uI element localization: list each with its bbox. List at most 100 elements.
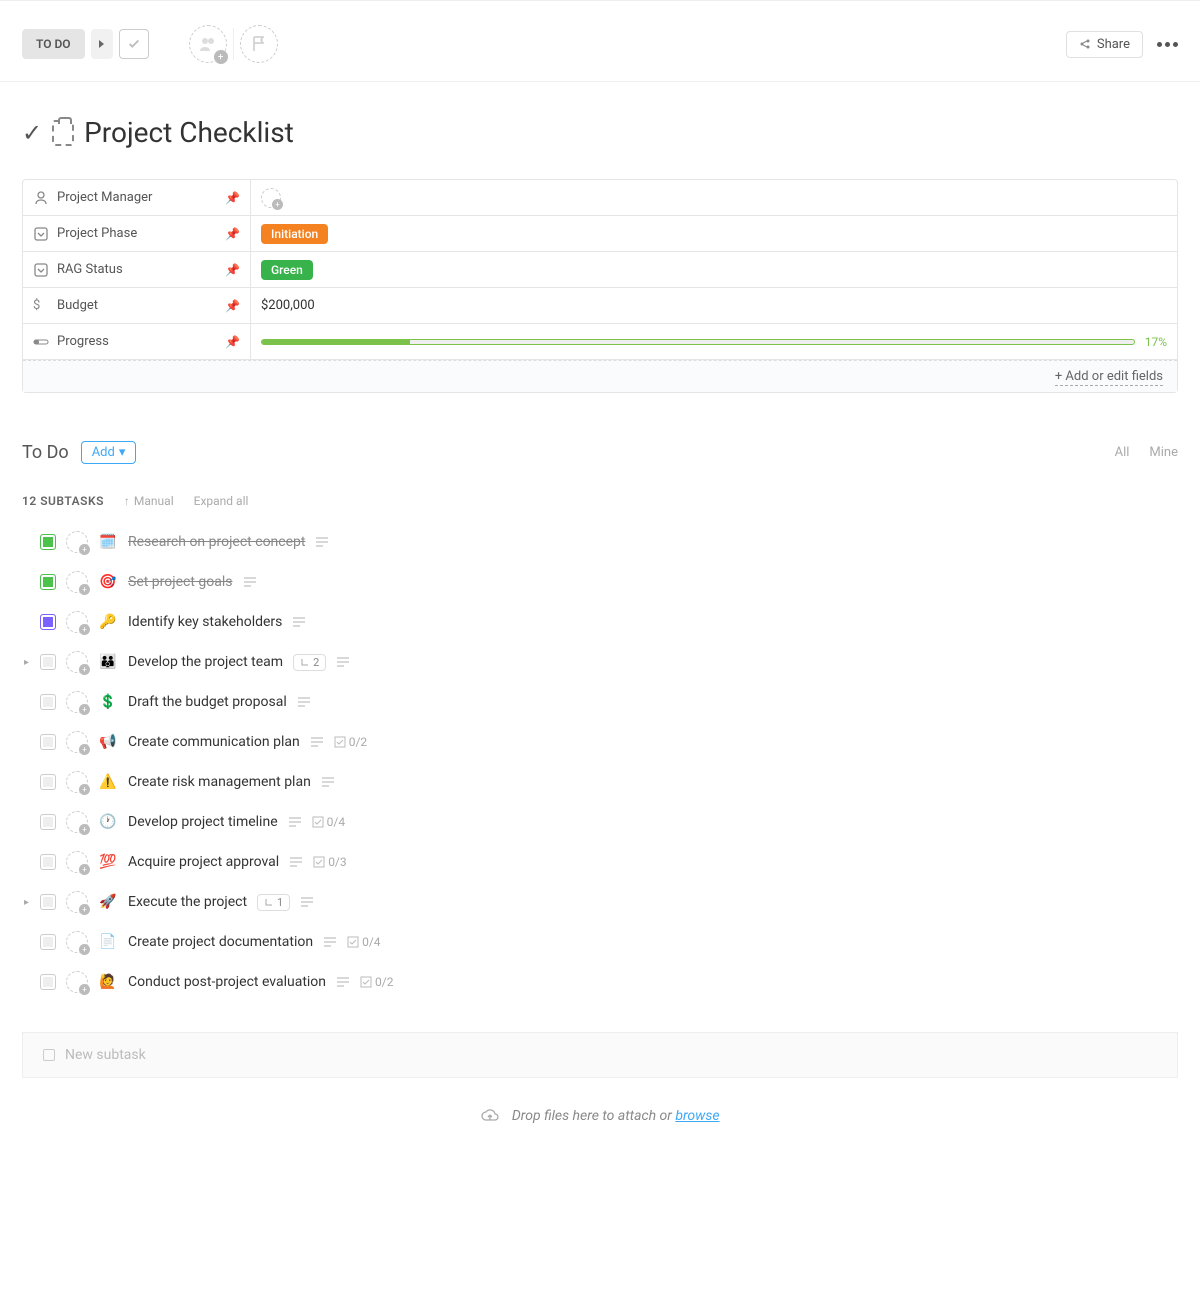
status-square[interactable] [40,974,56,990]
field-value-rag-status[interactable]: Green [251,252,1177,287]
status-square[interactable] [40,774,56,790]
status-square[interactable] [40,734,56,750]
assignee-add-icon[interactable] [66,731,88,753]
assignee-add-icon[interactable] [66,891,88,913]
subtask-name[interactable]: Develop the project team [128,654,283,670]
assignee-add-icon[interactable] [66,971,88,993]
share-button[interactable]: Share [1066,31,1143,58]
budget-value: $200,000 [261,298,315,313]
assignees-add-button[interactable]: + [189,25,227,63]
complete-checkbox-button[interactable] [119,29,149,59]
plus-badge-icon: + [214,50,228,64]
assignee-add-icon[interactable] [66,691,88,713]
assignee-add-icon[interactable] [66,571,88,593]
clipboard-icon [52,120,74,146]
divider [233,28,234,60]
subtask-name[interactable]: Acquire project approval [128,854,279,870]
pin-icon[interactable]: 📌 [225,299,240,313]
subtask-meta-row: 12 SUBTASKS ↑ Manual Expand all [0,470,1200,522]
subtask-row[interactable]: ▸ 🚀 Execute the project 1 [22,882,1178,922]
sort-button[interactable]: ↑ Manual [124,494,174,508]
subtask-row[interactable]: 🙋 Conduct post-project evaluation 0/2 [22,962,1178,1002]
subtask-row[interactable]: 🔑 Identify key stakeholders [22,602,1178,642]
expand-all-button[interactable]: Expand all [194,494,249,508]
status-square[interactable] [40,854,56,870]
field-value-project-phase[interactable]: Initiation [251,216,1177,251]
subtask-row[interactable]: ⚠️ Create risk management plan [22,762,1178,802]
subtask-row[interactable]: 📢 Create communication plan 0/2 [22,722,1178,762]
new-subtask-input[interactable]: New subtask [22,1032,1178,1078]
subtask-row[interactable]: 🕐 Develop project timeline 0/4 [22,802,1178,842]
subtask-name[interactable]: Create risk management plan [128,774,311,790]
add-subtask-button[interactable]: Add ▾ [81,441,137,464]
filter-all-tab[interactable]: All [1115,445,1130,460]
assignee-add-icon[interactable] [66,651,88,673]
subtask-name[interactable]: Conduct post-project evaluation [128,974,326,990]
field-value-project-manager[interactable] [251,180,1177,215]
description-icon [289,857,303,867]
status-square[interactable] [40,614,56,630]
subtask-row[interactable]: 💯 Acquire project approval 0/3 [22,842,1178,882]
add-edit-fields-label: + Add or edit fields [1055,369,1163,386]
field-label: Progress [57,334,109,349]
assignee-placeholder-icon [261,188,281,208]
status-button[interactable]: TO DO [22,29,85,59]
subtask-row[interactable]: 🎯 Set project goals [22,562,1178,602]
subtask-name[interactable]: Create project documentation [128,934,313,950]
assignee-add-icon[interactable] [66,931,88,953]
todo-section-header: To Do Add ▾ All Mine [0,393,1200,470]
subtask-row[interactable]: 💲 Draft the budget proposal [22,682,1178,722]
task-emoji-icon: 🔑 [98,614,118,630]
assignee-add-icon[interactable] [66,811,88,833]
field-value-progress[interactable]: 17% [251,324,1177,359]
caret-right-icon [99,40,104,48]
subtask-name[interactable]: Identify key stakeholders [128,614,282,630]
subtask-name[interactable]: Set project goals [128,574,233,590]
task-emoji-icon: 📄 [98,934,118,950]
status-next-button[interactable] [91,29,113,59]
assignee-add-icon[interactable] [66,531,88,553]
status-square[interactable] [40,654,56,670]
pin-icon[interactable]: 📌 [225,335,240,349]
subtask-row[interactable]: 🗓️ Research on project concept [22,522,1178,562]
status-square[interactable] [40,574,56,590]
status-square[interactable] [40,894,56,910]
add-edit-fields-button[interactable]: + Add or edit fields [23,360,1177,392]
subtask-name[interactable]: Create communication plan [128,734,300,750]
subtask-name[interactable]: Research on project concept [128,534,305,550]
status-square[interactable] [40,534,56,550]
status-square[interactable] [40,814,56,830]
expand-caret-icon[interactable]: ▸ [24,657,29,668]
description-icon [300,897,314,907]
field-label: Project Manager [57,190,152,205]
drop-zone-text: Drop files here to attach or [512,1108,675,1124]
add-label: Add [92,445,115,460]
phase-badge: Initiation [261,224,328,244]
pin-icon[interactable]: 📌 [225,191,240,205]
assignee-add-icon[interactable] [66,611,88,633]
subtask-name[interactable]: Draft the budget proposal [128,694,287,710]
subtask-name[interactable]: Execute the project [128,894,247,910]
attachment-drop-zone[interactable]: Drop files here to attach or browse [0,1078,1200,1144]
field-label-cell: Project Manager 📌 [23,180,251,215]
checklist-count: 0/3 [313,855,346,869]
assignee-add-icon[interactable] [66,851,88,873]
description-icon [321,777,335,787]
subtask-row[interactable]: ▸ 👪 Develop the project team 2 [22,642,1178,682]
assignee-add-icon[interactable] [66,771,88,793]
expand-caret-icon[interactable]: ▸ [24,897,29,908]
status-square[interactable] [40,694,56,710]
field-value-budget[interactable]: $200,000 [251,288,1177,323]
browse-link[interactable]: browse [675,1108,719,1124]
subtask-row[interactable]: 📄 Create project documentation 0/4 [22,922,1178,962]
task-emoji-icon: 🗓️ [98,534,118,550]
more-menu-button[interactable] [1157,42,1178,47]
pin-icon[interactable]: 📌 [225,227,240,241]
priority-button[interactable] [240,25,278,63]
status-square[interactable] [40,934,56,950]
subtask-name[interactable]: Develop project timeline [128,814,278,830]
task-emoji-icon: 📢 [98,734,118,750]
task-title[interactable]: Project Checklist [84,116,294,149]
pin-icon[interactable]: 📌 [225,263,240,277]
filter-mine-tab[interactable]: Mine [1149,445,1178,460]
